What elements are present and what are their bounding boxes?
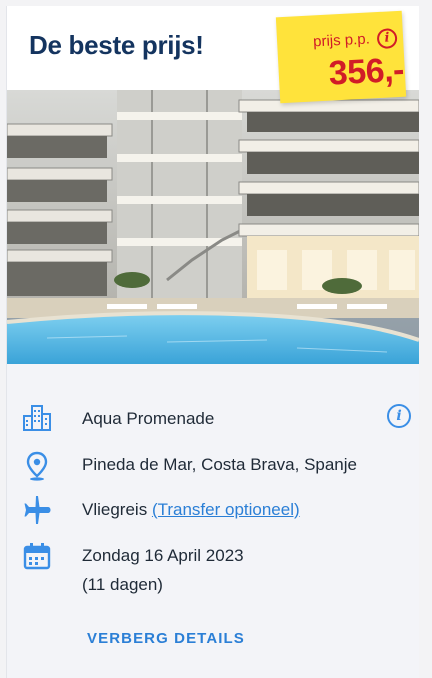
price-label: prijs p.p.	[312, 30, 371, 51]
offer-card: De beste prijs! prijs p.p. i 356,- Aqua …	[6, 6, 419, 678]
hotel-info-icon[interactable]: i	[387, 404, 411, 428]
travel-type: Vliegreis	[82, 500, 148, 519]
departure-date: Zondag 16 April 2023	[82, 546, 244, 565]
hotel-name: Aqua Promenade	[82, 409, 215, 428]
hide-details-button[interactable]: VERBERG DETAILS	[87, 630, 245, 647]
price-info-icon[interactable]: i	[376, 28, 398, 50]
calendar-icon	[21, 540, 53, 572]
hotel-photo-image	[7, 90, 419, 364]
travel-row: Vliegreis (Transfer optioneel)	[82, 500, 300, 520]
price-tag: prijs p.p. i 356,-	[275, 10, 407, 104]
trip-duration: (11 dagen)	[82, 575, 163, 594]
transfer-optional-link[interactable]: (Transfer optioneel)	[152, 500, 300, 519]
card-title: De beste prijs!	[29, 30, 204, 60]
location-pin-icon	[21, 450, 53, 482]
building-icon	[21, 402, 53, 434]
hotel-photo[interactable]	[7, 90, 419, 364]
location-text: Pineda de Mar, Costa Brava, Spanje	[82, 455, 357, 474]
details-section: Aqua Promenade i Pineda de Mar, Costa Br…	[7, 364, 419, 678]
price-amount: 356,-	[327, 50, 405, 93]
airplane-icon	[21, 494, 53, 526]
